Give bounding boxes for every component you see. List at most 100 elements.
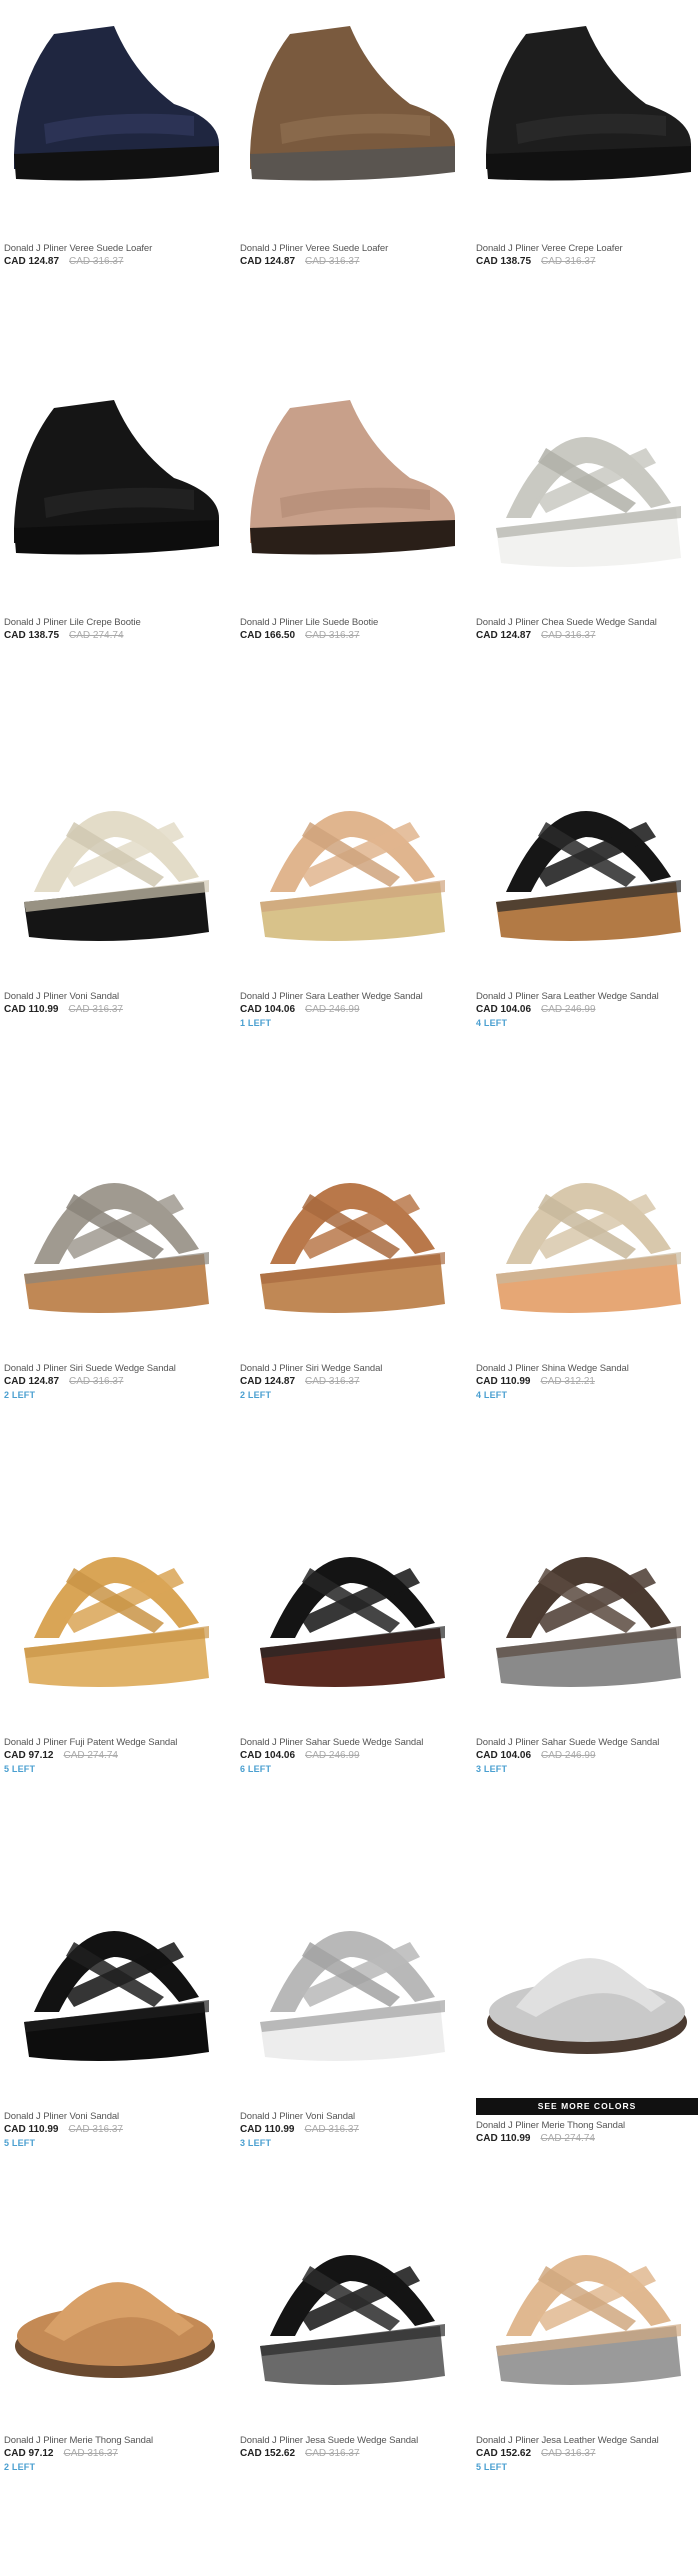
shoe-icon xyxy=(486,26,691,181)
stock-badge: 4 LEFT xyxy=(476,1018,508,1028)
product-title[interactable]: Donald J Pliner Lile Suede Bootie xyxy=(240,617,470,628)
product-title[interactable]: Donald J Pliner Fuji Patent Wedge Sandal xyxy=(4,1737,234,1748)
product-title[interactable]: Donald J Pliner Lile Crepe Bootie xyxy=(4,617,234,628)
product-card[interactable]: Donald J Pliner Veree Crepe Loafer CAD 13… xyxy=(476,4,698,378)
product-price-row: CAD 124.87 CAD 316.37 xyxy=(4,256,234,267)
thong-sandal-icon xyxy=(487,1958,687,2054)
sandal-icon xyxy=(496,437,681,567)
product-title[interactable]: Donald J Pliner Sara Leather Wedge Sanda… xyxy=(476,991,700,1002)
product-title[interactable]: Donald J Pliner Merie Thong Sandal xyxy=(4,2435,234,2446)
product-title[interactable]: Donald J Pliner Siri Suede Wedge Sandal xyxy=(4,1363,234,1374)
sale-price: CAD 104.06 xyxy=(476,1004,532,1015)
sandal-icon xyxy=(260,1931,445,2061)
sale-price: CAD 110.99 xyxy=(4,1004,59,1015)
product-card[interactable]: Donald J Pliner Siri Wedge Sandal CAD 124… xyxy=(240,1124,462,1498)
stock-badge: 2 LEFT xyxy=(4,2462,36,2472)
sandal-icon xyxy=(496,811,681,941)
product-card[interactable]: Donald J Pliner Jesa Leather Wedge Sanda… xyxy=(476,2196,698,2570)
sale-price: CAD 110.99 xyxy=(476,2133,531,2144)
original-price: CAD 274.74 xyxy=(69,630,124,641)
see-more-colors-button[interactable]: SEE MORE COLORS xyxy=(476,2098,698,2115)
original-price: CAD 246.99 xyxy=(305,1750,360,1761)
sandal-icon xyxy=(496,1183,681,1313)
original-price: CAD 246.99 xyxy=(541,1750,596,1761)
product-title[interactable]: Donald J Pliner Voni Sandal xyxy=(240,2111,470,2122)
product-card[interactable]: Donald J Pliner Voni Sandal CAD 110.99 CAD… xyxy=(4,1872,226,2246)
shoe-icon xyxy=(14,26,219,181)
product-card[interactable]: Donald J Pliner Lile Crepe Bootie CAD 138… xyxy=(4,378,226,752)
original-price: CAD 316.37 xyxy=(63,2448,118,2459)
product-card[interactable]: SEE MORE COLORS Donald J Pliner Merie Tho… xyxy=(476,1872,698,2246)
product-title[interactable]: Donald J Pliner Chea Suede Wedge Sandal xyxy=(476,617,700,628)
product-price-row: CAD 110.99 CAD 312.21 xyxy=(476,1376,700,1387)
sale-price: CAD 104.06 xyxy=(476,1750,532,1761)
product-card[interactable]: Donald J Pliner Lile Suede Bootie CAD 166… xyxy=(240,378,462,752)
original-price: CAD 312.21 xyxy=(540,1376,595,1387)
product-title[interactable]: Donald J Pliner Sahar Suede Wedge Sandal xyxy=(240,1737,470,1748)
product-title[interactable]: Donald J Pliner Veree Crepe Loafer xyxy=(476,243,700,254)
original-price: CAD 316.37 xyxy=(305,2448,360,2459)
product-card[interactable]: Donald J Pliner Jesa Suede Wedge Sandal C… xyxy=(240,2196,462,2570)
original-price: CAD 316.37 xyxy=(68,2124,123,2135)
sale-price: CAD 104.06 xyxy=(240,1004,296,1015)
stock-badge: 4 LEFT xyxy=(476,1390,508,1400)
product-price-row: CAD 104.06 CAD 246.99 xyxy=(476,1750,700,1761)
product-price-row: CAD 97.12 CAD 316.37 xyxy=(4,2448,234,2459)
original-price: CAD 246.99 xyxy=(305,1004,360,1015)
product-card[interactable]: Donald J Pliner Sara Leather Wedge Sanda… xyxy=(240,752,462,1126)
original-price: CAD 316.37 xyxy=(305,1376,360,1387)
shoe-icon xyxy=(250,400,455,555)
product-title[interactable]: Donald J Pliner Siri Wedge Sandal xyxy=(240,1363,470,1374)
product-card[interactable]: Donald J Pliner Siri Suede Wedge Sandal C… xyxy=(4,1124,226,1498)
product-title[interactable]: Donald J Pliner Voni Sandal xyxy=(4,2111,234,2122)
stock-badge: 5 LEFT xyxy=(476,2462,508,2472)
product-title[interactable]: Donald J Pliner Jesa Leather Wedge Sanda… xyxy=(476,2435,700,2446)
product-card[interactable]: Donald J Pliner Sahar Suede Wedge Sandal… xyxy=(240,1498,462,1872)
original-price: CAD 274.74 xyxy=(540,2133,595,2144)
sale-price: CAD 110.99 xyxy=(4,2124,59,2135)
shoe-icon xyxy=(250,26,455,181)
product-card[interactable]: Donald J Pliner Voni Sandal CAD 110.99 CAD… xyxy=(240,1872,462,2246)
original-price: CAD 316.37 xyxy=(69,256,124,267)
product-card[interactable]: Donald J Pliner Fuji Patent Wedge Sandal… xyxy=(4,1498,226,1872)
stock-badge: 2 LEFT xyxy=(240,1390,272,1400)
sale-price: CAD 124.87 xyxy=(4,1376,60,1387)
product-price-row: CAD 124.87 CAD 316.37 xyxy=(240,256,470,267)
product-title[interactable]: Donald J Pliner Veree Suede Loafer xyxy=(240,243,470,254)
stock-badge: 1 LEFT xyxy=(240,1018,272,1028)
original-price: CAD 316.37 xyxy=(541,2448,596,2459)
product-title[interactable]: Donald J Pliner Shina Wedge Sandal xyxy=(476,1363,700,1374)
product-title[interactable]: Donald J Pliner Veree Suede Loafer xyxy=(4,243,234,254)
product-card[interactable]: Donald J Pliner Sahar Suede Wedge Sandal… xyxy=(476,1498,698,1872)
product-price-row: CAD 166.50 CAD 316.37 xyxy=(240,630,470,641)
sale-price: CAD 124.87 xyxy=(240,1376,296,1387)
sandal-icon xyxy=(24,811,209,941)
product-title[interactable]: Donald J Pliner Jesa Suede Wedge Sandal xyxy=(240,2435,470,2446)
product-card[interactable]: Donald J Pliner Sara Leather Wedge Sanda… xyxy=(476,752,698,1126)
product-price-row: CAD 138.75 CAD 316.37 xyxy=(476,256,700,267)
product-card[interactable]: Donald J Pliner Chea Suede Wedge Sandal C… xyxy=(476,378,698,752)
original-price: CAD 316.37 xyxy=(541,256,596,267)
product-title[interactable]: Donald J Pliner Merie Thong Sandal xyxy=(476,2120,700,2131)
product-card[interactable]: Donald J Pliner Veree Suede Loafer CAD 12… xyxy=(4,4,226,378)
sale-price: CAD 138.75 xyxy=(4,630,60,641)
product-card[interactable]: Donald J Pliner Merie Thong Sandal CAD 97… xyxy=(4,2196,226,2570)
sale-price: CAD 97.12 xyxy=(4,2448,54,2459)
product-title[interactable]: Donald J Pliner Voni Sandal xyxy=(4,991,234,1002)
sandal-icon xyxy=(24,1557,209,1687)
original-price: CAD 316.37 xyxy=(305,630,360,641)
original-price: CAD 316.37 xyxy=(541,630,596,641)
product-card[interactable]: Donald J Pliner Veree Suede Loafer CAD 12… xyxy=(240,4,462,378)
product-card[interactable]: Donald J Pliner Voni Sandal CAD 110.99 CAD… xyxy=(4,752,226,1126)
product-title[interactable]: Donald J Pliner Sara Leather Wedge Sanda… xyxy=(240,991,470,1002)
product-card[interactable]: Donald J Pliner Shina Wedge Sandal CAD 11… xyxy=(476,1124,698,1498)
sale-price: CAD 104.06 xyxy=(240,1750,296,1761)
sale-price: CAD 124.87 xyxy=(4,256,60,267)
sale-price: CAD 110.99 xyxy=(476,1376,531,1387)
sale-price: CAD 152.62 xyxy=(240,2448,296,2459)
product-price-row: CAD 104.06 CAD 246.99 xyxy=(240,1750,470,1761)
product-price-row: CAD 110.99 CAD 316.37 xyxy=(240,2124,470,2135)
sale-price: CAD 124.87 xyxy=(476,630,532,641)
product-title[interactable]: Donald J Pliner Sahar Suede Wedge Sandal xyxy=(476,1737,700,1748)
original-price: CAD 274.74 xyxy=(63,1750,118,1761)
